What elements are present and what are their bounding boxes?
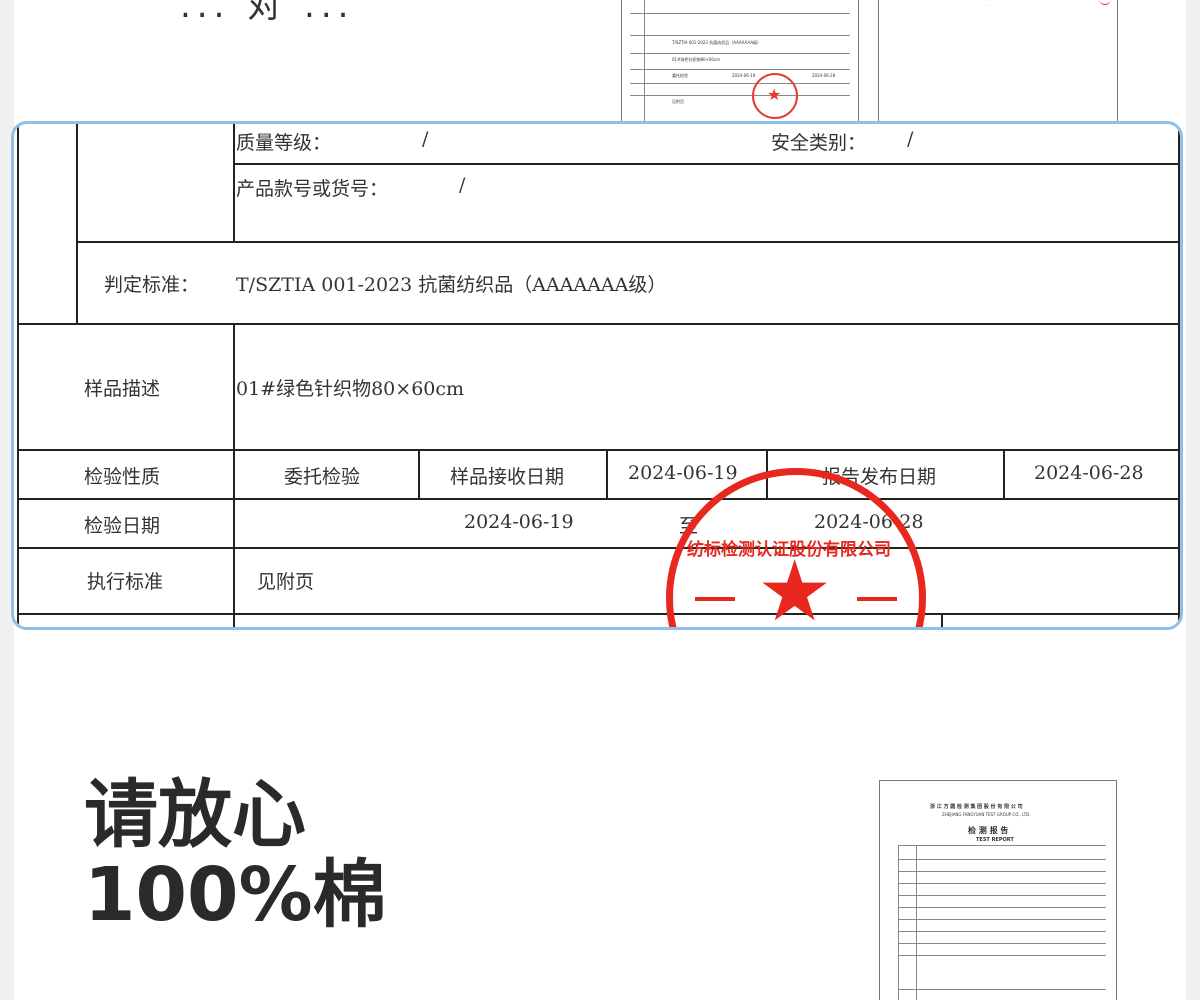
model-number-label: 产品款号或货号： <box>236 178 389 200</box>
thumb-line: 见附页 <box>672 99 684 104</box>
inspection-date-start: 2024-06-19 <box>464 511 574 533</box>
seal-bar-left <box>695 597 735 601</box>
quality-grade-label: 质量等级： <box>236 132 332 154</box>
top-cropped-text: ... 对 ... <box>180 0 355 26</box>
inspection-type-value: 委托检验 <box>284 466 361 488</box>
thumb-title: 检 测 报 告 <box>968 826 1009 835</box>
safety-category-value: / <box>907 128 914 150</box>
safety-category-label: 安全类别： <box>771 132 867 154</box>
exec-standard-label: 执行标准 <box>87 571 164 593</box>
thumb-title-en: TEST REPORT <box>976 837 1014 843</box>
thumb-line: 01#绿色针织物80×60cm <box>672 57 721 62</box>
inspection-date-label: 检验日期 <box>84 515 161 537</box>
report-thumbnail-top-right: · <box>878 0 1118 125</box>
exec-standard-value: 见附页 <box>257 571 315 593</box>
inspection-type-label: 检验性质 <box>84 466 161 488</box>
receive-date-value: 2024-06-19 <box>628 462 738 484</box>
sample-description-label: 样品描述 <box>84 378 161 400</box>
thumb-line: 2024-06-28 <box>812 73 836 78</box>
thumb-org: 浙 江 方 圆 检 测 集 团 股 份 有 限 公 司 <box>930 804 1023 810</box>
thumb-line: 2024-06-19 <box>732 73 756 78</box>
judgement-standard-value: T/SZTIA 001-2023 抗菌纺织品（AAAAAAA级） <box>236 274 667 296</box>
seal-star-icon: ★ <box>757 542 833 630</box>
report-thumbnail-bottom: 浙 江 方 圆 检 测 集 团 股 份 有 限 公 司 ZHEJIANG FAN… <box>879 780 1117 1000</box>
thumb-line: T/SZTIA 001-2023 抗菌纺织品（AAAAAAA级） <box>672 40 762 45</box>
judgement-standard-label: 判定标准： <box>104 274 200 296</box>
receive-date-label: 样品接收日期 <box>450 466 565 488</box>
model-number-value: / <box>459 174 466 196</box>
thumb-line: 委托检验 <box>672 73 688 78</box>
headline-line-2: 100%棉 <box>84 852 387 938</box>
thumb-org-en: ZHEJIANG FANGYUAN TEST GROUP CO., LTD. <box>942 812 1031 817</box>
sample-description-value: 01#绿色针织物80×60cm <box>236 378 465 400</box>
seal-bar-right <box>857 597 897 601</box>
report-thumbnail-top: T/SZTIA 001-2023 抗菌纺织品（AAAAAAA级） 01#绿色针织… <box>621 0 859 125</box>
zoomed-report-table: 质量等级： / 安全类别： / 产品款号或货号： / 判定标准： T/SZTIA… <box>11 121 1183 630</box>
thumb-stamp <box>752 73 798 119</box>
headline-line-1: 请放心 <box>84 772 306 858</box>
table-grid-lines <box>17 124 1180 627</box>
right-margin-rail <box>1186 0 1200 1000</box>
report-date-value: 2024-06-28 <box>1034 462 1144 484</box>
quality-grade-value: / <box>422 128 429 150</box>
